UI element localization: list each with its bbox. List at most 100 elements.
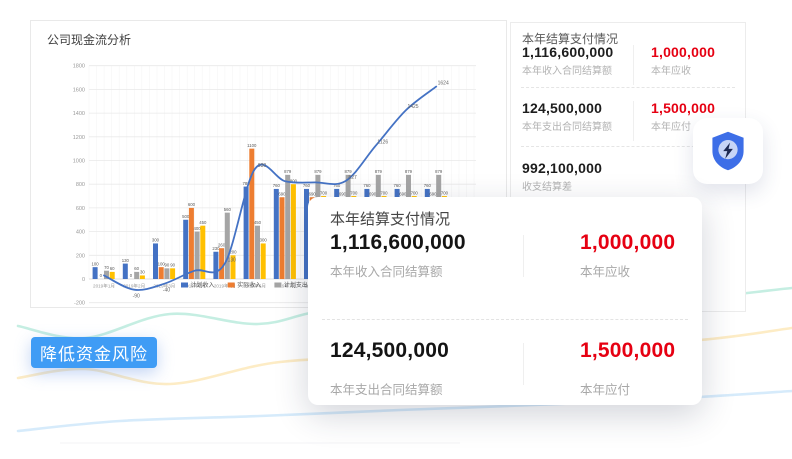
legend-swatch [228,283,235,288]
bar-计划支出 [134,272,139,279]
y-tick-label: 1800 [73,64,85,70]
line-value-label: 130 [228,258,237,264]
y-tick-label: -200 [74,301,85,307]
bar-value-label: 879 [405,169,413,174]
bar-value-label: 30 [140,270,145,275]
bar-value-label: 879 [284,169,292,174]
expense-settlement-value: 124,500,000 [522,100,602,116]
y-tick-label: 800 [76,182,85,188]
line-value-label: 930 [258,163,267,169]
bar-value-label: 700 [411,190,419,195]
bar-value-label: 500 [182,214,190,219]
popup-column-divider [523,235,524,277]
y-tick-label: 1000 [73,159,85,165]
line-value-label: 827 [348,175,357,181]
security-card[interactable] [693,118,763,184]
bar-实际支出 [110,272,115,279]
bar-value-label: 760 [273,183,281,188]
popup-receivable-label: 本年应收 [580,261,630,280]
bar-value-label: 600 [188,202,196,207]
panel-column-divider [633,45,634,85]
bar-实际支出 [140,275,145,279]
balance-label: 收支结算差 [522,178,572,193]
bar-计划支出 [164,268,169,279]
bar-value-label: 690 [339,191,347,196]
bar-value-label: 90 [165,263,170,268]
income-settlement-label: 本年收入合同结算额 [522,62,612,77]
y-tick-label: 1200 [73,135,85,141]
bar-value-label: 1100 [247,143,257,148]
expense-settlement-label: 本年支出合同结算额 [522,118,612,133]
bar-计划收入 [274,189,279,279]
y-tick-label: 600 [76,206,85,212]
bar-计划收入 [123,264,128,279]
legend-swatch [274,283,281,288]
receivable-value: 1,000,000 [651,44,715,60]
bar-实际收入 [280,197,285,279]
bar-value-label: 879 [314,169,322,174]
popup-income-settlement-value: 1,116,600,000 [330,231,466,255]
line-value-label: 1425 [407,104,418,110]
popup-income-settlement-label: 本年收入合同结算额 [330,261,443,280]
popup-payable-value: 1,500,000 [580,339,675,363]
y-tick-label: 400 [76,230,85,236]
settlement-popup[interactable]: 本年结算支付情况 1,116,600,000 本年收入合同结算额 1,000,0… [308,197,702,405]
x-tick-label: 2019年2月 [123,283,145,290]
y-tick-label: 0 [82,277,85,283]
popup-expense-settlement-value: 124,500,000 [330,339,449,363]
bar-计划收入 [183,220,188,279]
bar-value-label: 760 [424,183,432,188]
bar-value-label: 700 [320,190,328,195]
bar-value-label: 700 [441,190,449,195]
popup-column-divider [523,343,524,385]
balance-value: 992,100,000 [522,160,602,176]
payable-label: 本年应付 [651,118,691,133]
bar-value-label: 450 [199,220,207,225]
bar-计划支出 [255,226,260,279]
bar-value-label: 400 [194,226,202,231]
bar-value-label: 300 [152,238,160,243]
y-tick-label: 1400 [73,111,85,117]
legend-label: 计划收入 [191,281,215,289]
bar-value-label: 60 [110,266,115,271]
legend-swatch [181,283,188,288]
bar-value-label: 760 [394,183,402,188]
shield-bolt-icon [706,128,750,174]
bar-value-label: 760 [363,183,371,188]
popup-divider [322,319,688,320]
bar-value-label: 700 [350,190,358,195]
risk-badge[interactable]: 降低资金风险 [31,337,157,368]
bar-value-label: 690 [369,191,377,196]
bar-value-label: 760 [303,183,311,188]
bar-计划收入 [213,252,218,279]
bar-value-label: 60 [134,266,139,271]
x-tick-label: 2019年1月 [93,283,115,290]
receivable-label: 本年应收 [651,62,691,77]
bar-实际支出 [261,243,266,279]
bar-计划支出 [225,213,230,279]
bar-value-label: 879 [345,169,353,174]
chart-title: 公司现金流分析 [47,31,131,48]
y-tick-label: 1600 [73,87,85,93]
bar-value-label: 879 [375,169,383,174]
legend-label: 实际收入 [237,281,261,289]
popup-expense-settlement-label: 本年支出合同结算额 [330,379,443,398]
line-value-label: -40 [163,288,170,294]
bar-实际收入 [249,149,254,279]
bar-计划收入 [93,267,98,279]
bar-value-label: 0 [130,273,133,278]
bar-value-label: 70 [104,265,109,270]
bar-实际支出 [170,268,175,279]
panel-divider [521,87,735,88]
panel-column-divider [633,101,634,141]
bar-value-label: 260 [218,242,226,247]
bar-value-label: 690 [278,191,286,196]
popup-title: 本年结算支付情况 [330,208,450,229]
bar-实际收入 [219,248,224,279]
bar-value-label: 879 [435,169,443,174]
payable-value: 1,500,000 [651,100,715,116]
bar-实际收入 [189,208,194,279]
income-settlement-value: 1,116,600,000 [522,44,613,60]
line-value-label: 1126 [377,140,388,146]
dashboard-stage: -200020040060080010001200140016001800201… [0,0,792,459]
